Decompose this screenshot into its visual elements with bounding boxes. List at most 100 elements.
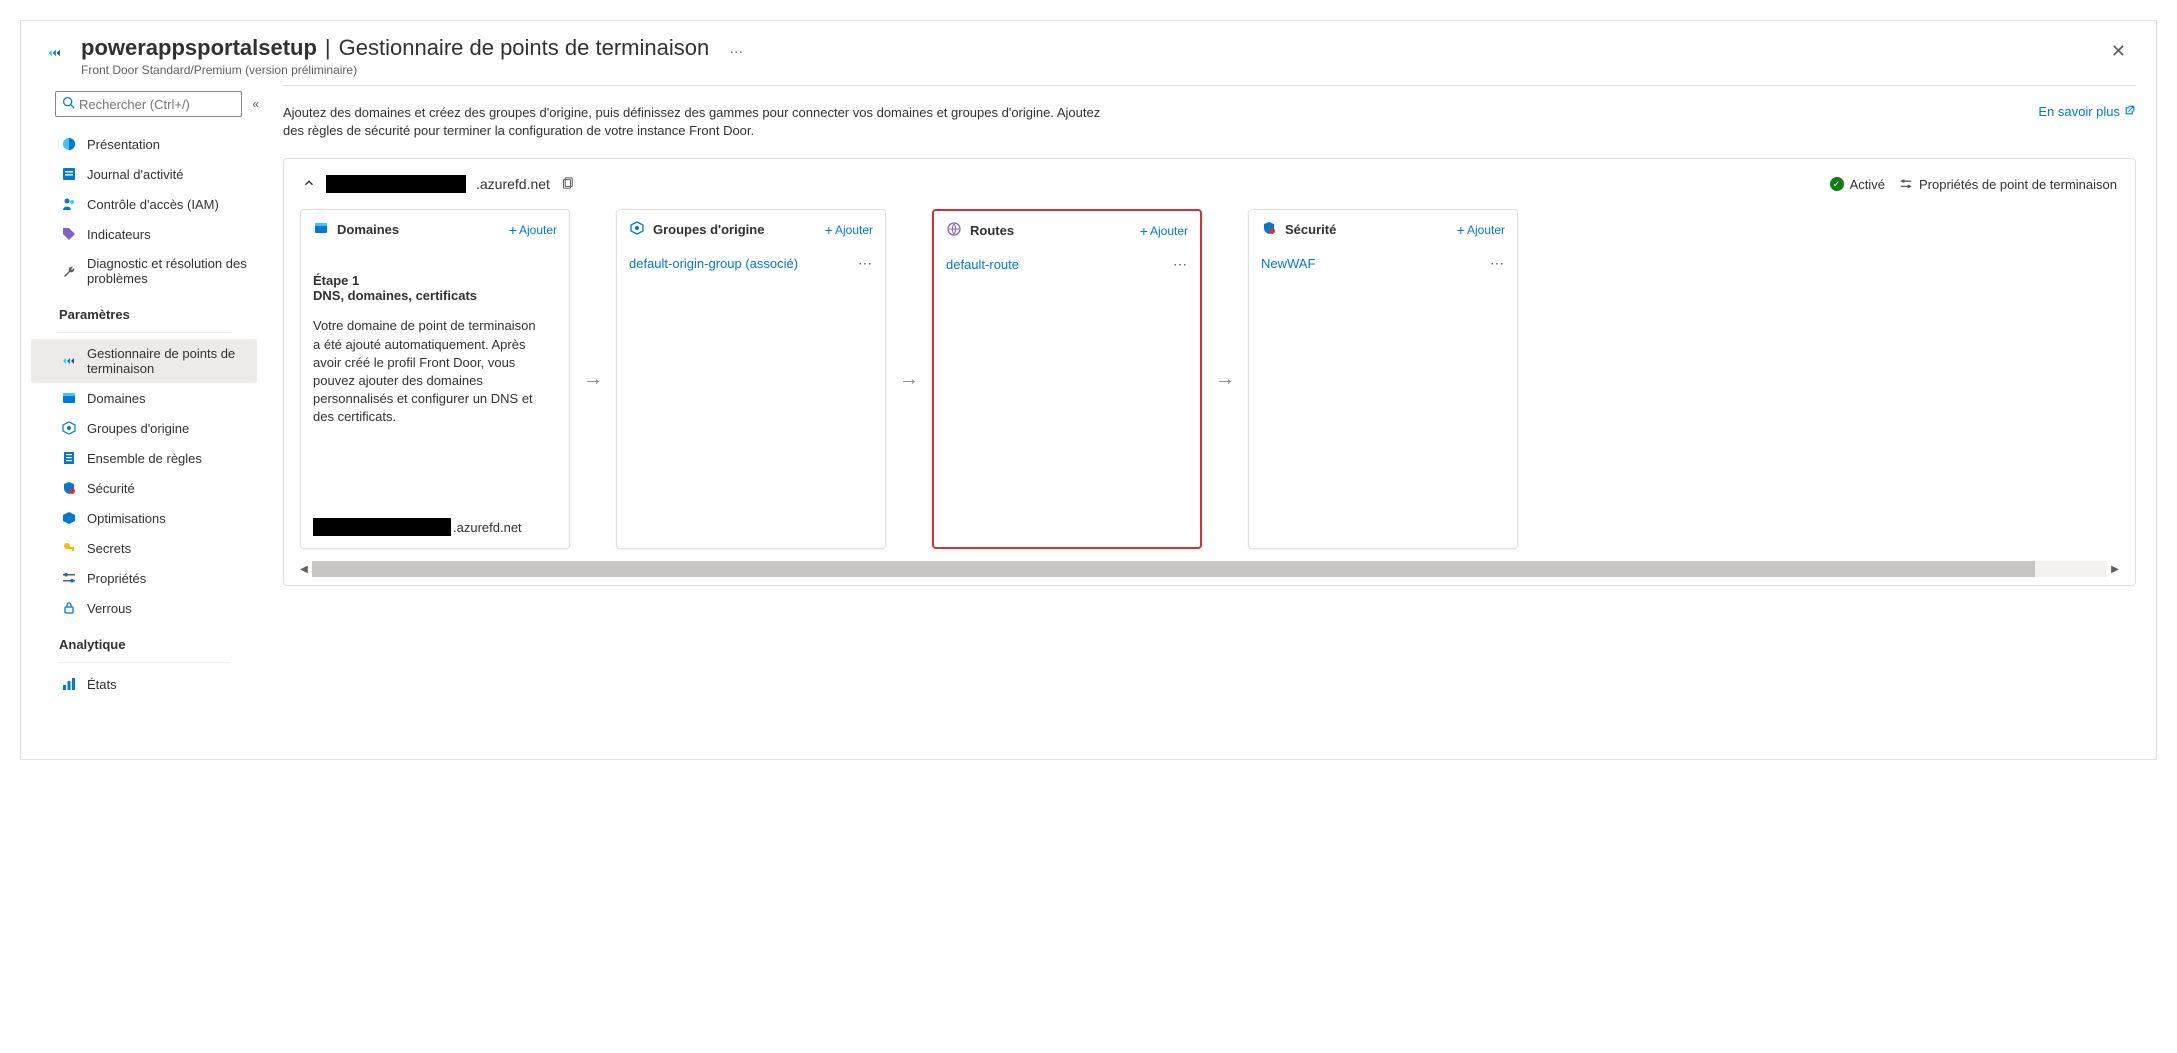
- card-title-label: Domaines: [337, 222, 399, 237]
- nav-label: Présentation: [87, 137, 160, 152]
- scroll-track[interactable]: [312, 561, 2107, 577]
- route-link[interactable]: default-route: [946, 257, 1019, 272]
- add-label: Ajouter: [1467, 223, 1505, 237]
- endpoint-properties-button[interactable]: Propriétés de point de terminaison: [1899, 177, 2117, 192]
- collapse-endpoint-button[interactable]: [302, 176, 316, 193]
- scroll-right-button[interactable]: ▶: [2107, 561, 2123, 577]
- arrow-icon: →: [1202, 209, 1248, 549]
- nav-label: États: [87, 677, 117, 692]
- nav-label: Optimisations: [87, 511, 166, 526]
- scroll-thumb[interactable]: [312, 561, 2035, 577]
- wrench-icon: [61, 263, 77, 279]
- nav-optimizations[interactable]: Optimisations: [31, 503, 257, 533]
- add-origin-button[interactable]: + Ajouter: [825, 222, 873, 238]
- divider: [57, 332, 231, 333]
- nav-reports[interactable]: États: [31, 669, 257, 699]
- nav-label: Journal d'activité: [87, 167, 183, 182]
- lock-icon: [61, 600, 77, 616]
- step-subtitle: DNS, domaines, certificats: [313, 288, 557, 303]
- copy-button[interactable]: [560, 176, 574, 193]
- tag-icon: [61, 226, 77, 242]
- domains-card-icon: [313, 220, 329, 239]
- nav-label: Propriétés: [87, 571, 146, 586]
- external-link-icon: [2124, 104, 2136, 119]
- add-domain-button[interactable]: + Ajouter: [509, 222, 557, 238]
- rules-icon: [61, 450, 77, 466]
- learn-more-label: En savoir plus: [2038, 104, 2120, 119]
- footer-domain-suffix: .azurefd.net: [453, 520, 522, 535]
- step-title: Étape 1: [313, 273, 557, 288]
- nav-label: Gestionnaire de points de terminaison: [87, 346, 247, 376]
- routes-card-icon: [946, 221, 962, 240]
- nav-label: Groupes d'origine: [87, 421, 189, 436]
- card-origin-groups: Groupes d'origine + Ajouter default-orig…: [616, 209, 886, 549]
- security-icon: [61, 480, 77, 496]
- scroll-left-button[interactable]: ◀: [296, 561, 312, 577]
- learn-more-link[interactable]: En savoir plus: [2038, 104, 2136, 119]
- page-title: powerappsportalsetup: [81, 35, 317, 61]
- collapse-sidebar-button[interactable]: «: [252, 97, 259, 111]
- overview-icon: [61, 136, 77, 152]
- endpoint-properties-label: Propriétés de point de terminaison: [1919, 177, 2117, 192]
- nav-locks[interactable]: Verrous: [31, 593, 257, 623]
- redacted-hostname: x: [313, 518, 451, 536]
- plus-icon: +: [509, 222, 517, 238]
- origin-icon: [61, 420, 77, 436]
- optimize-icon: [61, 510, 77, 526]
- check-icon: ✓: [1830, 177, 1844, 191]
- step-description: Votre domaine de point de terminaison a …: [313, 317, 543, 426]
- nav-rulesets[interactable]: Ensemble de règles: [31, 443, 257, 473]
- add-label: Ajouter: [519, 223, 557, 237]
- nav-diagnostics[interactable]: Diagnostic et résolution des problèmes: [31, 249, 257, 293]
- search-input[interactable]: [79, 97, 235, 112]
- nav-secrets[interactable]: Secrets: [31, 533, 257, 563]
- card-security: Sécurité + Ajouter NewWAF ⋯: [1248, 209, 1518, 549]
- nav-endpoint-manager[interactable]: Gestionnaire de points de terminaison: [31, 339, 257, 383]
- status-enabled: ✓ Activé: [1830, 177, 1885, 192]
- intro-text: Ajoutez des domaines et créez des groupe…: [283, 104, 1103, 140]
- iam-icon: [61, 196, 77, 212]
- card-domains: Domaines + Ajouter Étape 1 DNS, domaines…: [300, 209, 570, 549]
- card-routes: Routes + Ajouter default-route ⋯: [932, 209, 1202, 549]
- page-subtitle: Gestionnaire de points de terminaison: [339, 35, 710, 61]
- nav-label: Domaines: [87, 391, 146, 406]
- frontdoor-small-icon: [61, 353, 77, 369]
- nav-tags[interactable]: Indicateurs: [31, 219, 257, 249]
- header-more-button[interactable]: …: [729, 40, 743, 56]
- close-button[interactable]: ✕: [2101, 35, 2136, 68]
- card-title-label: Routes: [970, 223, 1014, 238]
- add-label: Ajouter: [835, 223, 873, 237]
- nav-security[interactable]: Sécurité: [31, 473, 257, 503]
- divider: [57, 662, 231, 663]
- nav-label: Diagnostic et résolution des problèmes: [87, 256, 247, 286]
- nav-overview[interactable]: Présentation: [31, 129, 257, 159]
- add-security-button[interactable]: + Ajouter: [1457, 222, 1505, 238]
- activitylog-icon: [61, 166, 77, 182]
- add-label: Ajouter: [1150, 224, 1188, 238]
- plus-icon: +: [1140, 223, 1148, 239]
- plus-icon: +: [825, 222, 833, 238]
- breadcrumb: Front Door Standard/Premium (version pré…: [81, 63, 2101, 77]
- waf-link[interactable]: NewWAF: [1261, 256, 1315, 271]
- nav-domains[interactable]: Domaines: [31, 383, 257, 413]
- card-title-label: Groupes d'origine: [653, 222, 764, 237]
- nav-section-settings: Paramètres: [29, 293, 259, 330]
- endpoint-domain-suffix: .azurefd.net: [476, 176, 550, 192]
- arrow-icon: →: [886, 209, 932, 549]
- nav-label: Ensemble de règles: [87, 451, 202, 466]
- nav-properties[interactable]: Propriétés: [31, 563, 257, 593]
- nav-label: Contrôle d'accès (IAM): [87, 197, 219, 212]
- route-item-menu[interactable]: ⋯: [1173, 256, 1188, 273]
- nav-origin-groups[interactable]: Groupes d'origine: [31, 413, 257, 443]
- origin-item-menu[interactable]: ⋯: [858, 255, 873, 272]
- horizontal-scrollbar[interactable]: ◀ ▶: [296, 561, 2123, 577]
- security-item-menu[interactable]: ⋯: [1490, 255, 1505, 272]
- card-title-label: Sécurité: [1285, 222, 1336, 237]
- nav-iam[interactable]: Contrôle d'accès (IAM): [31, 189, 257, 219]
- search-input-wrapper[interactable]: [55, 91, 242, 117]
- content-divider: [283, 85, 2136, 86]
- add-route-button[interactable]: + Ajouter: [1140, 223, 1188, 239]
- origin-group-link[interactable]: default-origin-group (associé): [629, 256, 798, 271]
- nav-activitylog[interactable]: Journal d'activité: [31, 159, 257, 189]
- endpoint-block: x.azurefd.net ✓ Activé Propriétés de poi…: [283, 158, 2136, 586]
